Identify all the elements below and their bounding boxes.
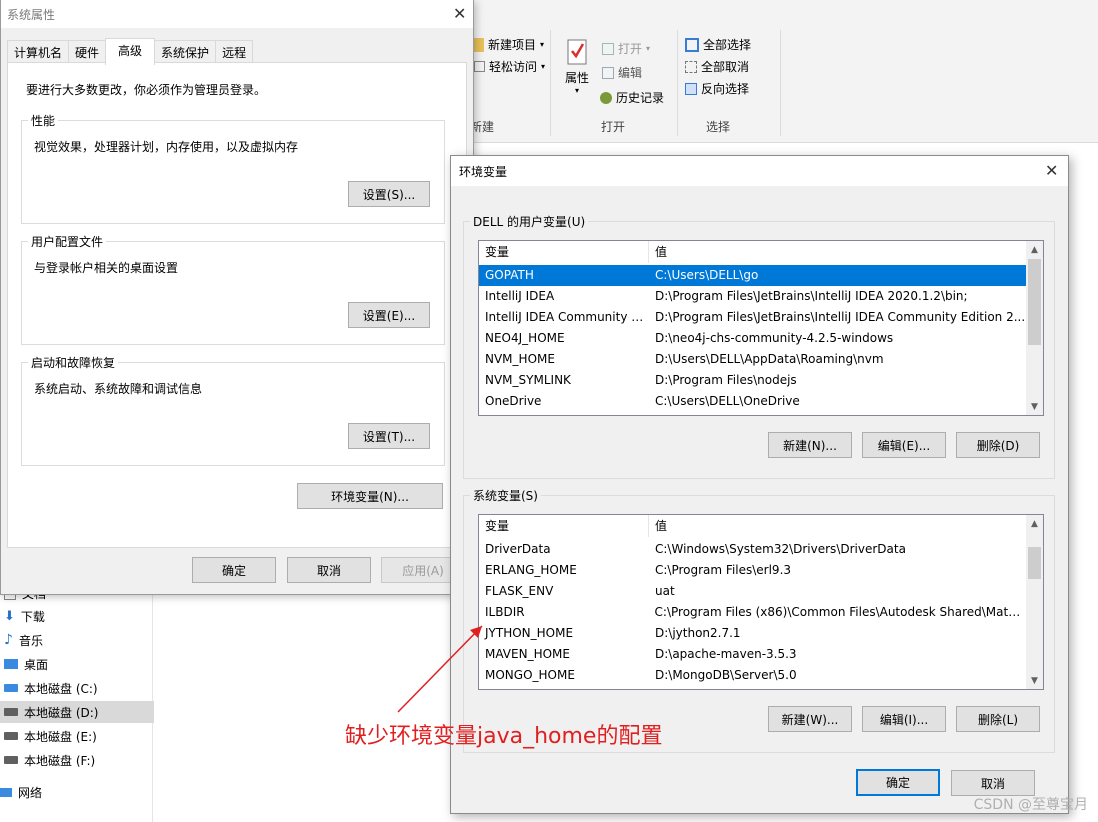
annotation-text: 缺少环境变量java_home的配置	[345, 724, 663, 749]
watermark: CSDN @至尊宝月	[973, 797, 1088, 813]
annotation-arrow	[397, 625, 483, 713]
tab-advanced[interactable]: 高级	[105, 38, 156, 65]
